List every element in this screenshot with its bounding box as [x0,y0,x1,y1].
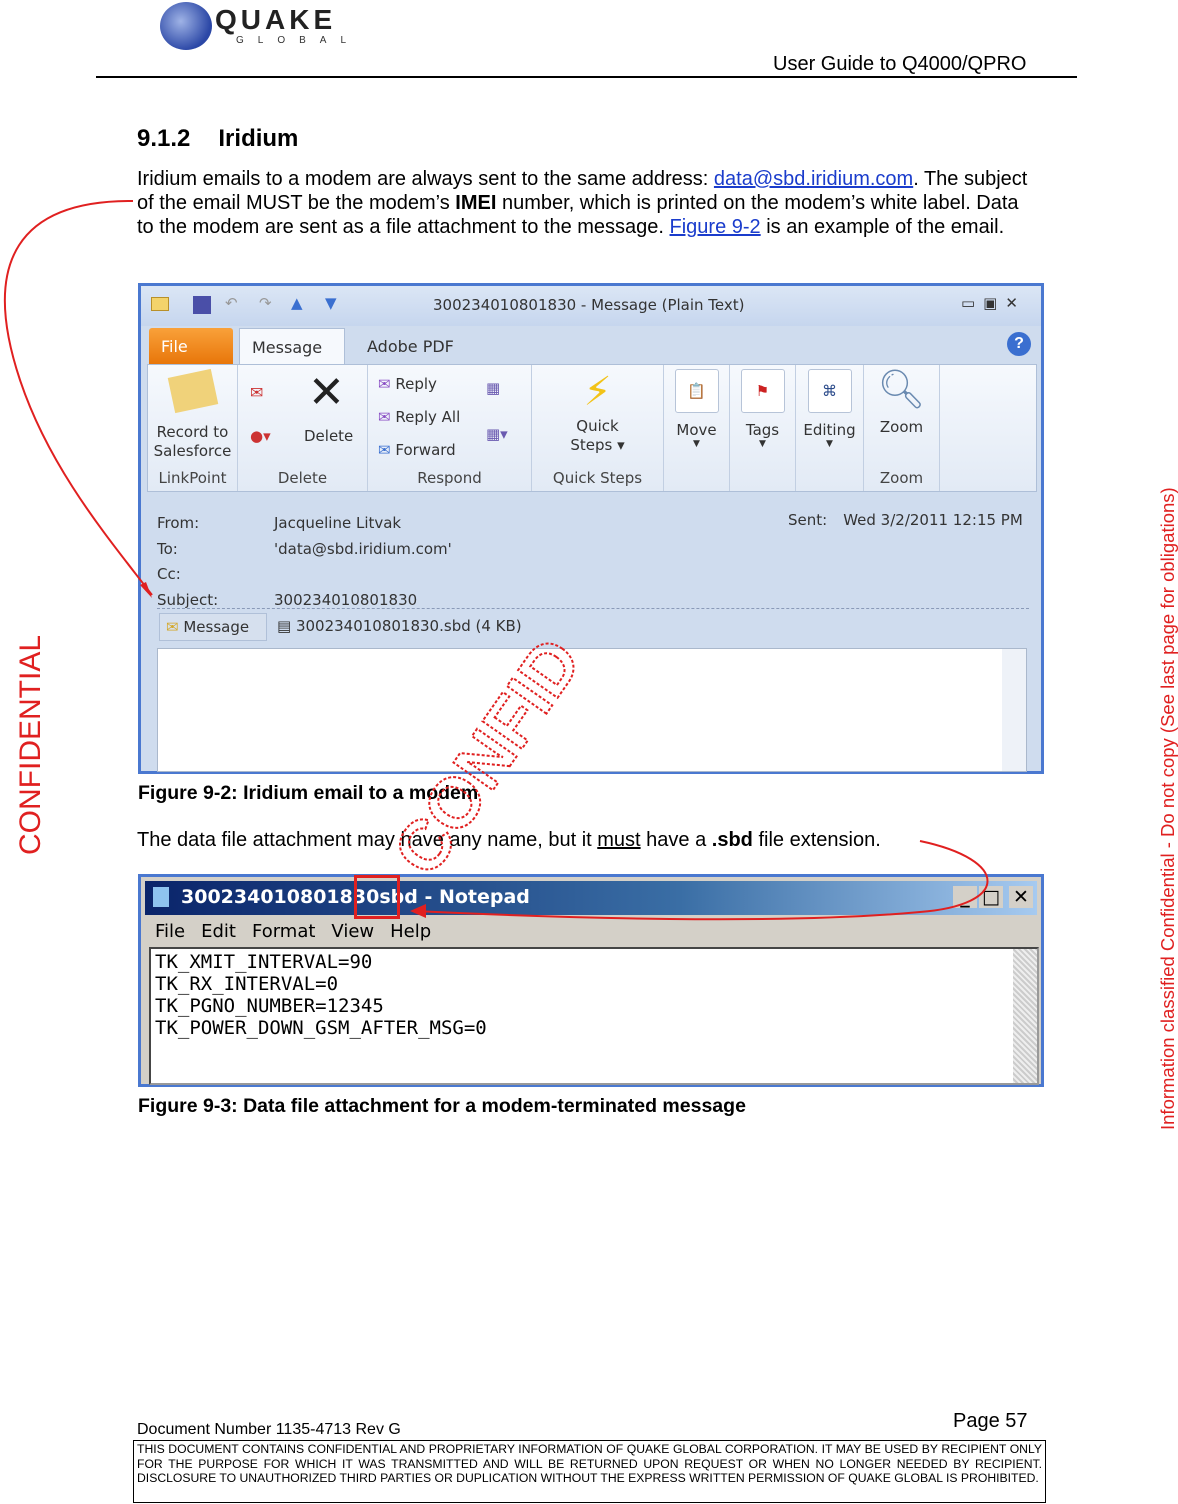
watermark-text: CONFID [378,624,596,889]
extension-arrow [414,840,989,921]
confidential-side-label: CONFIDENTIAL [14,634,47,855]
document-number: Document Number 1135-4713 Rev G [137,1421,401,1438]
arrowhead-icon [410,904,426,918]
page-number: Page 57 [953,1410,1028,1432]
subject-arrow [4,199,153,596]
legal-notice: THIS DOCUMENT CONTAINS CONFIDENTIAL AND … [133,1440,1046,1503]
annotation-arrows: CONFID [4,199,989,921]
classification-side-note: Information classified Confidential - Do… [1157,487,1178,1130]
arrowhead-icon [140,582,152,598]
